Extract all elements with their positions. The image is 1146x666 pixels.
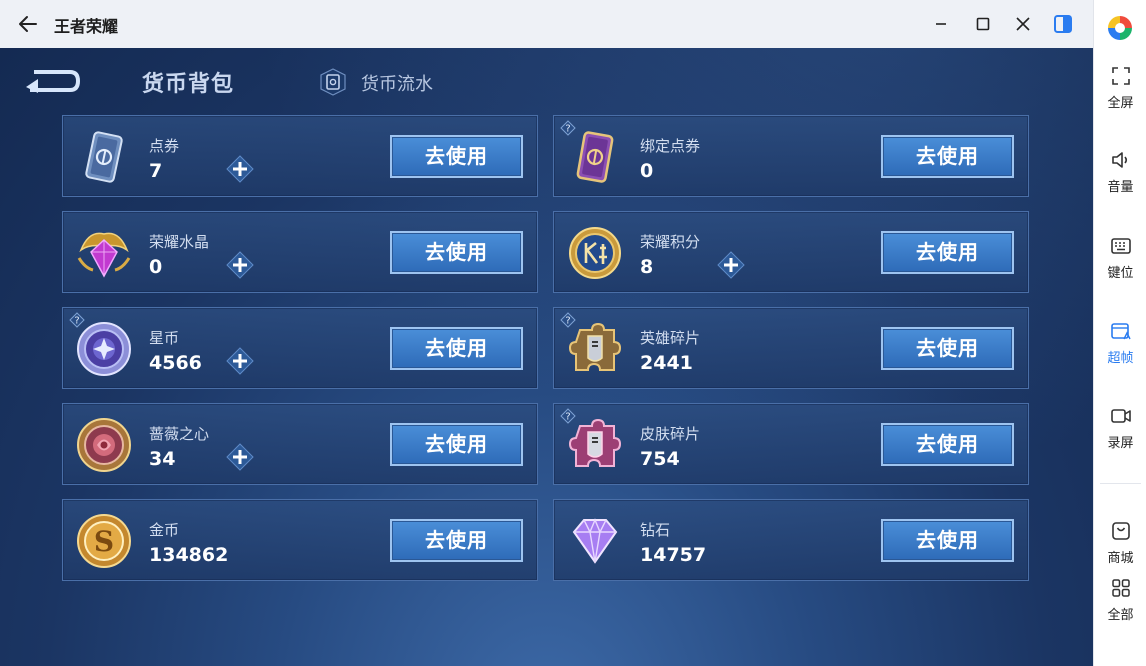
currency-label: 荣耀积分 [640,233,701,251]
use-button[interactable]: 去使用 [881,327,1014,370]
sidebar-item-label: 超帧 [1107,351,1134,366]
currency-label: 荣耀水晶 [149,233,210,251]
currency-card-glory-crystal: 荣耀水晶 0 去使用 [62,211,538,293]
fullscreen-icon [1111,67,1130,85]
grid-icon [1111,579,1130,597]
currency-value: 7 [149,160,163,182]
currency-label: 钻石 [640,521,671,539]
sidebar-item-label: 全部 [1107,608,1134,623]
emulator-sidebar: 全屏 音量 键位 超帧 录屏 商城 全部 [1093,0,1146,666]
currency-card-star-coin: ? 星币 4566 去使用 [62,307,538,389]
currency-value: 14757 [640,544,707,566]
currency-value: 4566 [149,352,202,374]
keyboard-icon [1110,238,1131,254]
ledger-icon [320,68,346,96]
star-coin-icon [77,322,131,376]
sidebar-item-store[interactable]: 商城 [1094,519,1146,575]
currency-value: 34 [149,448,176,470]
minimize-icon[interactable] [929,12,953,36]
currency-value: 2441 [640,352,693,374]
currency-label: 金币 [149,521,180,539]
currency-label: 皮肤碎片 [640,425,701,443]
currency-value: 754 [640,448,680,470]
tab-currency-bag[interactable]: 货币背包 [142,66,234,98]
game-viewport: 货币背包 货币流水 点券 7 去使用 ? 绑定点券 0 去使用 荣耀水晶 0 去… [0,48,1093,666]
use-button[interactable]: 去使用 [390,519,523,562]
use-button[interactable]: 去使用 [881,423,1014,466]
title-bar: 王者荣耀 [0,0,1093,48]
bound-coupon-icon [576,131,614,183]
sidebar-item-keymap[interactable]: 键位 [1094,234,1146,290]
use-button[interactable]: 去使用 [881,231,1014,274]
side-panel-toggle-icon[interactable] [1051,12,1075,36]
currency-card-rose-heart: 蔷薇之心 34 去使用 [62,403,538,485]
currency-card-hero-fragment: ? 英雄碎片 2441 去使用 [553,307,1029,389]
currency-card-coupon: 点券 7 去使用 [62,115,538,197]
use-button[interactable]: 去使用 [390,327,523,370]
currency-value: 8 [640,256,654,278]
use-button[interactable]: 去使用 [390,135,523,178]
use-button[interactable]: 去使用 [881,135,1014,178]
use-button[interactable]: 去使用 [390,423,523,466]
glory-crystal-icon [77,232,131,278]
use-button[interactable]: 去使用 [881,519,1014,562]
currency-card-skin-fragment: ? 皮肤碎片 754 去使用 [553,403,1029,485]
currency-value: 134862 [149,544,229,566]
currency-value: 0 [149,256,163,278]
app-logo-icon[interactable] [1106,14,1134,42]
currency-label: 点券 [149,137,180,155]
tab-currency-flow[interactable]: 货币流水 [361,70,433,96]
add-plus-icon[interactable] [225,154,255,184]
currency-label: 蔷薇之心 [149,425,210,443]
currency-label: 英雄碎片 [640,329,701,347]
sidebar-item-all[interactable]: 全部 [1094,576,1146,632]
store-icon [1111,522,1130,540]
sidebar-item-label: 录屏 [1107,436,1134,451]
currency-label: 星币 [149,329,180,347]
hero-fragment-icon [568,322,622,371]
add-plus-icon[interactable] [716,250,746,280]
sidebar-item-record[interactable]: 录屏 [1094,404,1146,460]
sidebar-item-label: 键位 [1107,266,1134,281]
coupon-icon [85,131,123,183]
add-plus-icon[interactable] [225,442,255,472]
window-title: 王者荣耀 [54,17,119,36]
currency-card-diamond: 钻石 14757 去使用 [553,499,1029,581]
gold-coin-icon: S [77,514,131,568]
sidebar-item-fullscreen[interactable]: 全屏 [1094,64,1146,120]
add-plus-icon[interactable] [225,250,255,280]
svg-text:S: S [94,525,114,558]
glory-points-icon [569,227,621,279]
close-icon[interactable] [1011,12,1035,36]
diamond-icon [572,518,618,564]
rose-heart-icon [77,418,131,472]
sidebar-item-superframe[interactable]: 超帧 [1094,319,1146,375]
sidebar-item-label: 音量 [1107,180,1134,195]
record-icon [1110,409,1131,423]
sidebar-item-label: 商城 [1107,551,1134,566]
currency-value: 0 [640,160,654,182]
volume-icon [1111,152,1127,168]
back-arrow-icon[interactable] [14,10,42,38]
currency-card-glory-points: 荣耀积分 8 去使用 [553,211,1029,293]
currency-card-bound-coupon: ? 绑定点券 0 去使用 [553,115,1029,197]
sidebar-item-label: 全屏 [1107,96,1134,111]
maximize-icon[interactable] [971,12,995,36]
sidebar-divider [1100,483,1141,484]
superframe-icon [1110,323,1131,340]
use-button[interactable]: 去使用 [390,231,523,274]
skin-fragment-icon [568,418,622,467]
game-back-icon[interactable] [24,66,82,96]
currency-card-gold-coin: S 金币 134862 去使用 [62,499,538,581]
add-plus-icon[interactable] [225,346,255,376]
currency-label: 绑定点券 [640,137,701,155]
sidebar-item-volume[interactable]: 音量 [1094,148,1146,204]
